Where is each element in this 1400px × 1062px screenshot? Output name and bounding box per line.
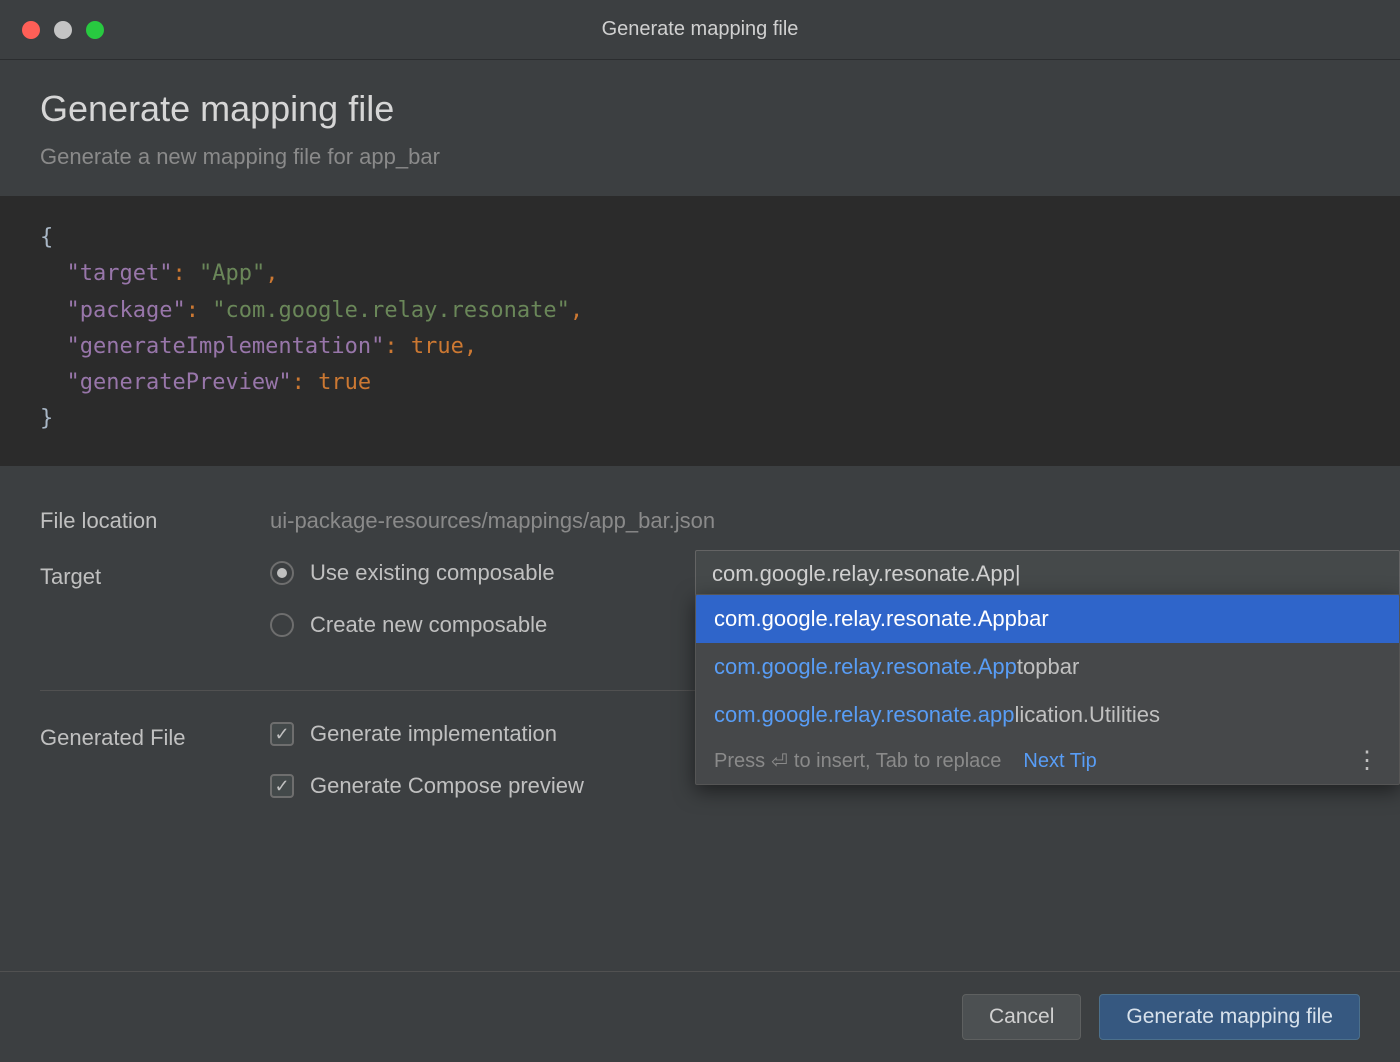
code-value: true xyxy=(318,370,371,395)
page-title: Generate mapping file xyxy=(40,88,1360,130)
window-controls xyxy=(22,21,104,39)
checkbox-icon xyxy=(270,722,294,746)
file-location-label: File location xyxy=(40,504,270,534)
target-row: Target Use existing composable Create ne… xyxy=(40,560,1360,664)
autocomplete-rest: topbar xyxy=(1017,654,1079,679)
code-value: "com.google.relay.resonate" xyxy=(212,298,570,323)
target-input-container: com.google.relay.resonate.Appbar com.goo… xyxy=(695,550,1400,598)
autocomplete-item[interactable]: com.google.relay.resonate.Appbar xyxy=(696,595,1399,643)
autocomplete-match: com.google.relay.resonate.App xyxy=(714,654,1017,679)
target-input[interactable] xyxy=(695,550,1400,598)
code-preview: { "target": "App", "package": "com.googl… xyxy=(0,196,1400,466)
code-key: "package" xyxy=(67,298,186,323)
checkbox-label: Generate implementation xyxy=(310,721,557,747)
dialog-footer: Cancel Generate mapping file xyxy=(0,971,1400,1062)
checkbox-label: Generate Compose preview xyxy=(310,773,584,799)
file-location-value: ui-package-resources/mappings/app_bar.js… xyxy=(270,504,1360,534)
file-location-row: File location ui-package-resources/mappi… xyxy=(40,504,1360,534)
next-tip-link[interactable]: Next Tip xyxy=(1023,750,1096,773)
generated-file-label: Generated File xyxy=(40,721,270,751)
code-key: "generateImplementation" xyxy=(67,334,385,359)
dialog-window: Generate mapping file Generate mapping f… xyxy=(0,0,1400,1062)
generate-button[interactable]: Generate mapping file xyxy=(1099,994,1360,1040)
more-icon[interactable]: ⋮ xyxy=(1355,749,1381,773)
minimize-window-button[interactable] xyxy=(54,21,72,39)
autocomplete-item[interactable]: com.google.relay.resonate.Apptopbar xyxy=(696,643,1399,691)
checkbox-icon xyxy=(270,774,294,798)
target-label: Target xyxy=(40,560,270,590)
window-title: Generate mapping file xyxy=(602,18,799,41)
cancel-button[interactable]: Cancel xyxy=(962,994,1081,1040)
code-key: "target" xyxy=(67,261,173,286)
dialog-header: Generate mapping file Generate a new map… xyxy=(0,60,1400,196)
autocomplete-rest: bar xyxy=(1017,606,1049,631)
autocomplete-item[interactable]: com.google.relay.resonate.application.Ut… xyxy=(696,691,1399,739)
autocomplete-hint: Press ⏎ to insert, Tab to replace Next T… xyxy=(714,749,1097,774)
page-subtitle: Generate a new mapping file for app_bar xyxy=(40,144,1360,170)
enter-icon: ⏎ xyxy=(771,749,788,774)
autocomplete-rest: lication.Utilities xyxy=(1014,702,1160,727)
code-value: true xyxy=(411,334,464,359)
autocomplete-footer: Press ⏎ to insert, Tab to replace Next T… xyxy=(696,739,1399,784)
autocomplete-popup: com.google.relay.resonate.Appbar com.goo… xyxy=(695,594,1400,785)
radio-label: Create new composable xyxy=(310,612,547,638)
close-window-button[interactable] xyxy=(22,21,40,39)
radio-label: Use existing composable xyxy=(310,560,555,586)
autocomplete-match: com.google.relay.resonate.App xyxy=(714,606,1017,631)
code-key: "generatePreview" xyxy=(67,370,292,395)
code-value: "App" xyxy=(199,261,265,286)
autocomplete-match: com.google.relay.resonate.app xyxy=(714,702,1014,727)
maximize-window-button[interactable] xyxy=(86,21,104,39)
titlebar: Generate mapping file xyxy=(0,0,1400,60)
radio-icon xyxy=(270,561,294,585)
form-area: File location ui-package-resources/mappi… xyxy=(0,466,1400,664)
radio-icon xyxy=(270,613,294,637)
